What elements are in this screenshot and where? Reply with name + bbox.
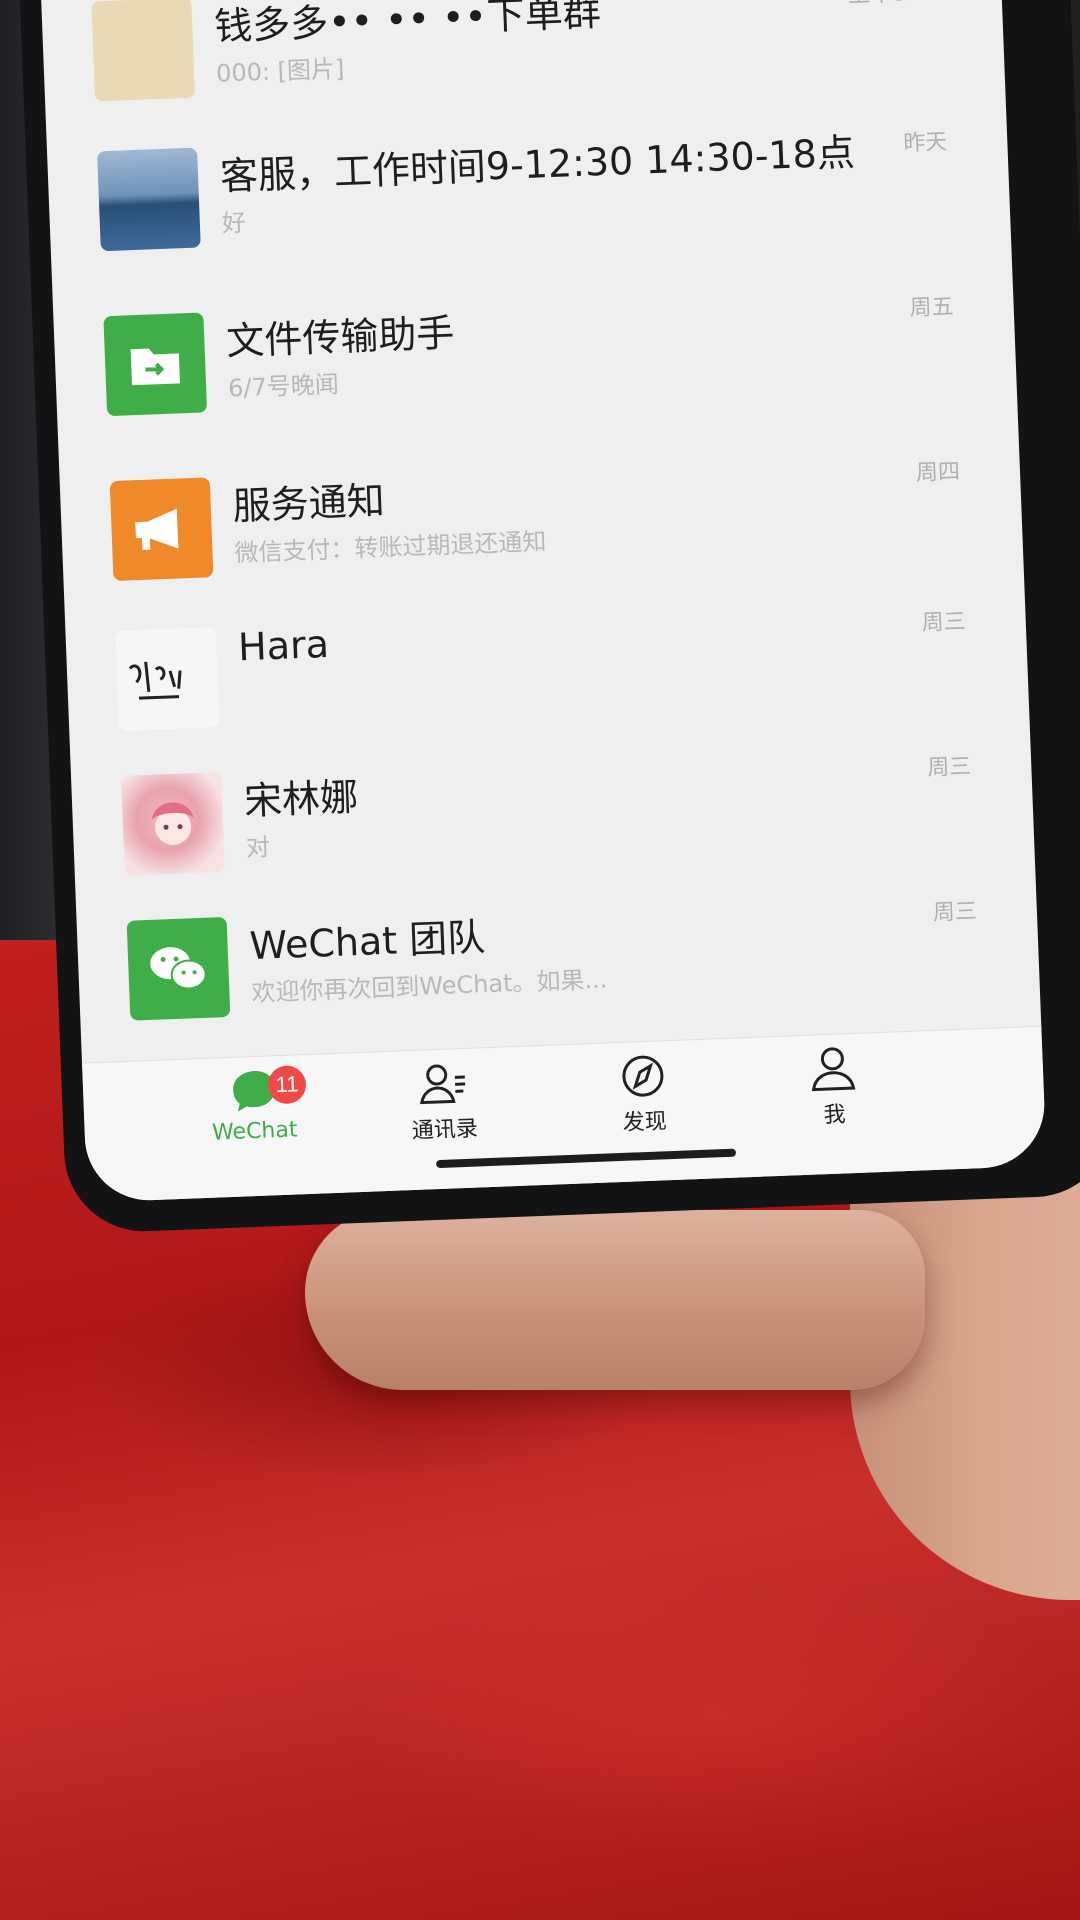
tab-label: 通讯录: [411, 1116, 479, 1145]
contacts-icon: [420, 1064, 466, 1105]
group-avatar: [91, 0, 196, 102]
person-icon: [811, 1047, 856, 1092]
tab-label: 我: [823, 1102, 847, 1129]
sea-photo-avatar: [97, 147, 201, 252]
chat-time: 昨天: [902, 129, 948, 157]
service-notice-avatar: [109, 477, 214, 582]
chat-name: Hara: [237, 621, 330, 670]
face-icon: [151, 802, 194, 845]
chat-preview: 000: [图片]: [215, 54, 345, 88]
chat-name: 宋林娜: [243, 774, 359, 824]
chat-time: 周四: [915, 459, 961, 487]
chat-time: 周三: [932, 899, 978, 926]
thumb: [305, 1210, 925, 1390]
chat-time: 周五: [909, 294, 955, 322]
chat-time: 周三: [926, 754, 972, 781]
tab-me[interactable]: 我: [742, 1041, 926, 1148]
signature-scribble-icon: [128, 661, 182, 700]
chat-row-file-transfer[interactable]: 文件传输助手 6/7号晚闻 周五: [52, 256, 1017, 443]
chat-name: 钱多多•• •• ••下单群: [213, 0, 602, 49]
file-transfer-icon: [103, 312, 208, 417]
anime-girl-avatar: [121, 772, 225, 876]
folder-icon: [130, 348, 181, 386]
tab-label: 发现: [622, 1109, 668, 1136]
tab-wechat[interactable]: 11 WeChat: [162, 1064, 346, 1171]
wechat-logo-icon: [150, 947, 207, 990]
compass-icon: [622, 1055, 664, 1097]
unread-badge: 11: [267, 1065, 307, 1105]
chat-preview: 6/7号晚闻: [227, 370, 340, 403]
chat-preview: 对: [245, 833, 271, 863]
wechat-team-avatar: [126, 916, 231, 1021]
megaphone-icon: [135, 508, 179, 550]
chat-preview: 好: [221, 208, 247, 238]
chat-time: 周三: [921, 609, 967, 637]
chat-name: WeChat 团队: [248, 915, 486, 969]
tab-discover[interactable]: 发现: [552, 1049, 736, 1156]
signature-avatar: [115, 627, 220, 731]
chat-name: 客服，工作时间9-12:30 14:30-18点: [219, 130, 856, 199]
chat-name: 服务通知: [231, 478, 386, 529]
tab-contacts[interactable]: 通讯录: [352, 1056, 536, 1163]
phone-screen: 钱多多•• •• ••下单群 000: [图片] 上午8:47 客服，工作时间9…: [40, 0, 1047, 1203]
chat-time: 上午8:47: [848, 0, 943, 9]
tab-label: WeChat: [211, 1117, 298, 1146]
chat-name: 文件传输助手: [225, 310, 456, 364]
